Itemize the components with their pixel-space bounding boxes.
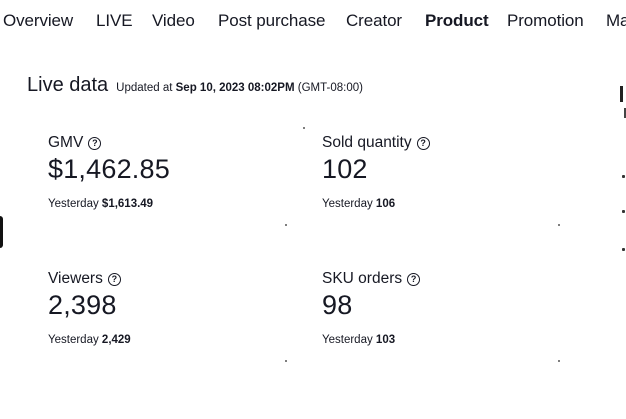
help-circle-icon[interactable]: ? [107, 272, 121, 286]
live-data-header: Live data Updated at Sep 10, 2023 08:02P… [27, 74, 363, 97]
comparison-value: $1,613.49 [101, 198, 154, 210]
section-title: Live data [27, 74, 109, 96]
divider-dot [558, 224, 560, 226]
right-panel-edge-dot [622, 175, 625, 178]
metric-label: SKU orders ? [322, 270, 562, 288]
right-panel-edge-dot [622, 248, 625, 251]
metric-value: 2,398 [48, 290, 117, 320]
metric-card-sku-orders: SKU orders ? 98 Yesterday 103 [322, 270, 562, 346]
comparison-label: Yesterday [48, 334, 102, 346]
live-dashboard-page: Overview LIVE Video Post purchase Creato… [0, 0, 626, 419]
top-nav-tabs: Overview LIVE Video Post purchase Creato… [0, 0, 626, 44]
divider-dot [558, 360, 560, 362]
right-panel-edge [620, 86, 623, 102]
tab-post-purchase[interactable]: Post purchase [218, 11, 325, 31]
comparison-value: 2,429 [101, 334, 131, 346]
metric-label: GMV ? [48, 134, 288, 152]
metric-card-sold-quantity: Sold quantity ? 102 Yesterday 106 [322, 134, 562, 210]
tab-overview[interactable]: Overview [3, 11, 73, 31]
comparison-label: Yesterday [48, 198, 102, 210]
metric-comparison: Yesterday 103 [322, 334, 562, 346]
tab-live[interactable]: LIVE [96, 11, 133, 31]
right-panel-edge-dot [622, 210, 625, 213]
metric-comparison: Yesterday 2,429 [48, 334, 288, 346]
metric-label-text: Viewers [48, 270, 103, 287]
help-circle-icon[interactable]: ? [416, 136, 430, 150]
divider-dot [285, 224, 287, 226]
comparison-label: Yesterday [322, 334, 376, 346]
help-circle-icon[interactable]: ? [407, 272, 421, 286]
metric-card-gmv: GMV ? $1,462.85 Yesterday $1,613.49 [48, 134, 288, 210]
tab-product[interactable]: Product [425, 11, 489, 31]
metric-value: $1,462.85 [48, 154, 170, 184]
help-circle-icon[interactable]: ? [88, 136, 102, 150]
divider-dot [285, 360, 287, 362]
tab-video[interactable]: Video [152, 11, 195, 31]
updated-timezone: (GMT-08:00) [294, 82, 363, 94]
divider-dot [303, 127, 305, 129]
metric-label-text: Sold quantity [322, 134, 412, 151]
metric-label-text: SKU orders [322, 270, 403, 287]
last-updated-text: Updated at Sep 10, 2023 08:02PM (GMT-08:… [116, 82, 363, 94]
updated-prefix: Updated at [116, 82, 176, 94]
comparison-value: 106 [375, 198, 396, 210]
metric-comparison: Yesterday 106 [322, 198, 562, 210]
side-panel-handle[interactable] [0, 216, 3, 248]
metric-value: 102 [322, 154, 368, 184]
tab-creator[interactable]: Creator [346, 11, 402, 31]
comparison-label: Yesterday [322, 198, 376, 210]
tab-promotion[interactable]: Promotion [507, 11, 584, 31]
updated-timestamp: Sep 10, 2023 08:02PM [175, 82, 295, 94]
metric-label-text: GMV [48, 134, 84, 151]
comparison-value: 103 [375, 334, 396, 346]
metric-label: Sold quantity ? [322, 134, 562, 152]
tab-marketing-partial[interactable]: Ma [606, 11, 626, 31]
metric-card-viewers: Viewers ? 2,398 Yesterday 2,429 [48, 270, 288, 346]
metric-label: Viewers ? [48, 270, 288, 288]
metric-comparison: Yesterday $1,613.49 [48, 198, 288, 210]
metric-value: 98 [322, 290, 353, 320]
